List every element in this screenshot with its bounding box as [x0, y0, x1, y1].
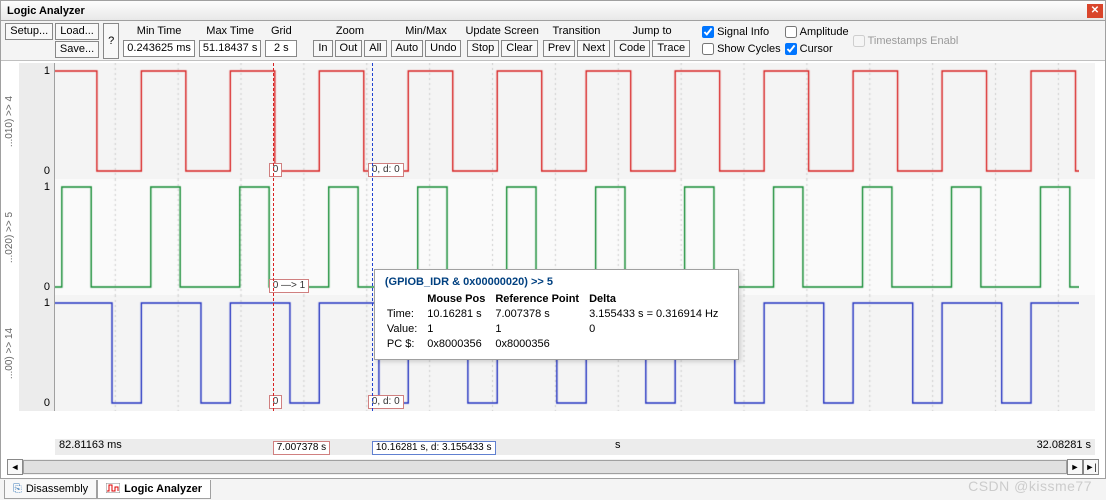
logic-analyzer-icon — [106, 483, 120, 496]
titlebar: Logic Analyzer ✕ — [1, 1, 1105, 21]
marker-mouse-value-2: 0, d: 0 — [368, 395, 404, 409]
transition-next-button[interactable]: Next — [577, 40, 610, 57]
window-title: Logic Analyzer — [7, 5, 85, 17]
jump-code-button[interactable]: Code — [614, 40, 650, 57]
close-button[interactable]: ✕ — [1087, 4, 1103, 18]
update-stop-button[interactable]: Stop — [467, 40, 500, 57]
time-unit: s — [615, 439, 621, 451]
load-button[interactable]: Load... — [55, 23, 99, 40]
tooltip-table: Mouse PosReference PointDeltaTime:10.162… — [385, 291, 729, 353]
minmax-undo-button[interactable]: Undo — [425, 40, 461, 57]
max-time-label: Max Time — [206, 25, 254, 39]
zoom-in-button[interactable]: In — [313, 40, 332, 57]
time-ref-box: 7.007378 s — [273, 441, 331, 455]
time-mouse-box: 10.16281 s, d: 3.155433 s — [372, 441, 496, 455]
scroll-right-button[interactable]: ► — [1067, 459, 1083, 475]
jump-label: Jump to — [633, 25, 672, 39]
signal-info-checkbox[interactable]: Signal Info — [702, 24, 769, 40]
marker-ref-value-2: 0 — [269, 395, 283, 409]
signal-label: ...00) >> 14 — [1, 295, 19, 411]
show-cycles-checkbox[interactable]: Show Cycles — [702, 41, 781, 57]
update-label: Update Screen — [465, 25, 538, 39]
minmax-label: Min/Max — [405, 25, 447, 39]
time-left: 82.81163 ms — [59, 439, 122, 451]
tab-bar: ⎘ Disassembly Logic Analyzer — [0, 478, 1106, 500]
min-time-value: 0.243625 ms — [123, 40, 195, 57]
time-right: 32.08281 s — [1037, 439, 1091, 451]
transition-label: Transition — [553, 25, 601, 39]
grid-value: 2 s — [265, 40, 297, 57]
zoom-label: Zoom — [336, 25, 364, 39]
marker-ref-value: 0 — [269, 163, 283, 177]
reference-cursor[interactable] — [273, 63, 274, 411]
time-axis: 82.81163 ms 7.007378 s 10.16281 s, d: 3.… — [55, 439, 1095, 455]
minmax-auto-button[interactable]: Auto — [391, 40, 424, 57]
horizontal-scrollbar[interactable]: ◄ ► ►| — [7, 459, 1099, 475]
tab-disassembly[interactable]: ⎘ Disassembly — [4, 480, 97, 499]
timestamps-checkbox: Timestamps Enabl — [853, 33, 959, 49]
grid-label: Grid — [271, 25, 292, 39]
marker-transition-value: 0 —> 1 — [269, 279, 310, 293]
zoom-out-button[interactable]: Out — [335, 40, 363, 57]
save-button[interactable]: Save... — [55, 41, 99, 58]
setup-button[interactable]: Setup... — [5, 23, 53, 40]
help-button[interactable]: ? — [103, 23, 119, 59]
tooltip-header: (GPIOB_IDR & 0x00000020) >> 5 — [385, 276, 729, 291]
amplitude-checkbox[interactable]: Amplitude — [785, 24, 849, 40]
mouse-cursor[interactable] — [372, 63, 373, 411]
max-time-value: 51.18437 s — [199, 40, 261, 57]
scroll-end-button[interactable]: ►| — [1083, 459, 1099, 475]
scroll-left-button[interactable]: ◄ — [7, 459, 23, 475]
cursor-checkbox[interactable]: Cursor — [785, 41, 833, 57]
min-time-label: Min Time — [137, 25, 182, 39]
toolbar: Setup... Load... Setup... Save... ? Min … — [1, 21, 1105, 61]
plot-region[interactable]: ...010) >> 410...020) >> 510...00) >> 14… — [1, 63, 1105, 411]
signal-info-tooltip: (GPIOB_IDR & 0x00000020) >> 5 Mouse PosR… — [374, 269, 740, 360]
jump-trace-button[interactable]: Trace — [652, 40, 690, 57]
marker-mouse-value: 0, d: 0 — [368, 163, 404, 177]
signal-label: ...010) >> 4 — [1, 63, 19, 179]
tab-logic-analyzer[interactable]: Logic Analyzer — [97, 480, 211, 499]
zoom-all-button[interactable]: All — [364, 40, 386, 57]
scroll-thumb[interactable] — [23, 460, 1067, 474]
update-clear-button[interactable]: Clear — [501, 40, 537, 57]
disassembly-icon: ⎘ — [13, 483, 22, 496]
transition-prev-button[interactable]: Prev — [543, 40, 576, 57]
signal-label: ...020) >> 5 — [1, 179, 19, 295]
